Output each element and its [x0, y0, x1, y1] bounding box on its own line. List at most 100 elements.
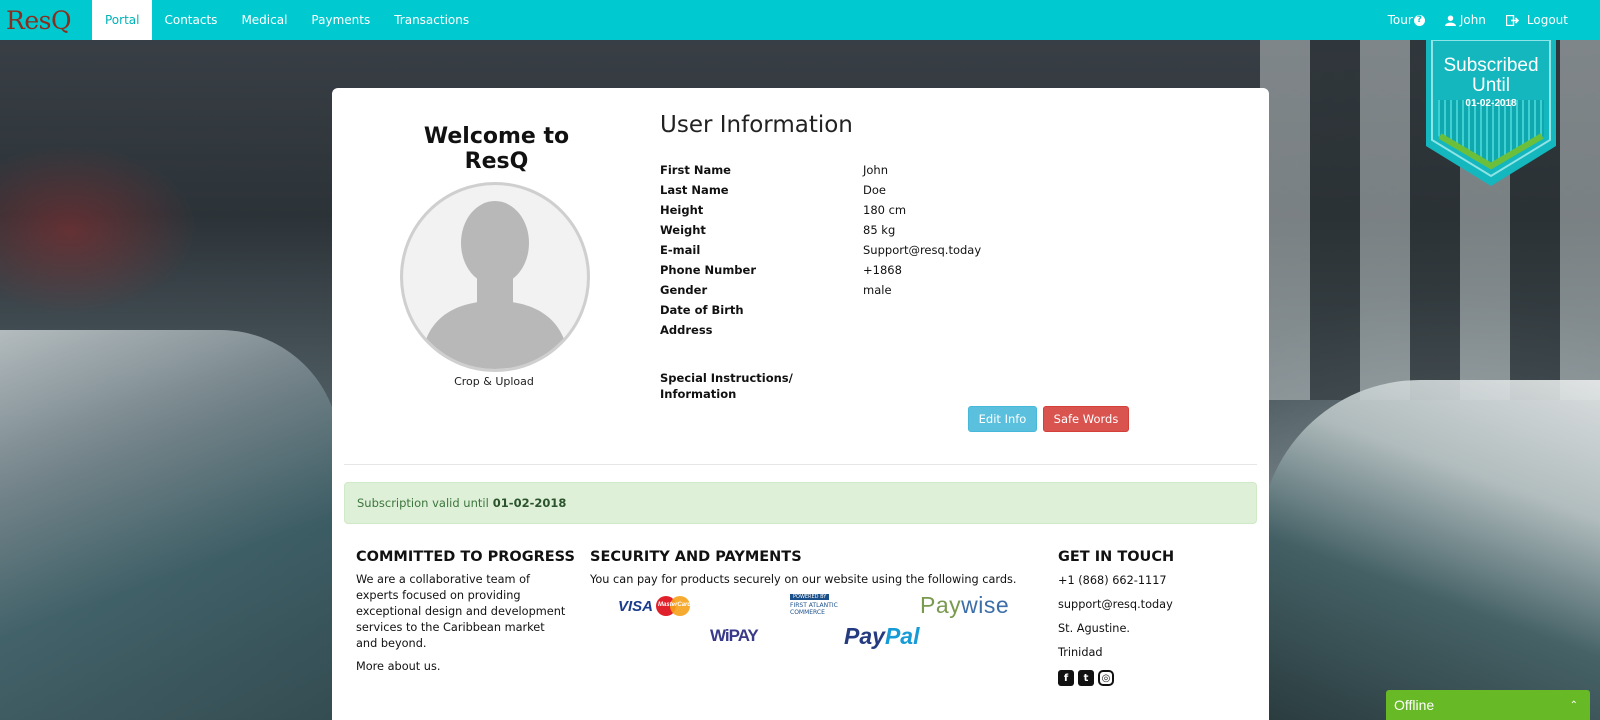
- visa-mastercard-logo: VISA MasterCard: [618, 596, 692, 616]
- paypal-logo: Pay Pal: [844, 623, 919, 650]
- twitter-icon[interactable]: t: [1078, 670, 1094, 686]
- crop-upload-link[interactable]: Crop & Upload: [394, 375, 594, 388]
- background-car-left: [0, 330, 340, 720]
- info-row-first-name: First Name John: [660, 160, 1120, 180]
- chevron-up-icon: ⌃: [1569, 699, 1578, 711]
- info-value: 180 cm: [863, 203, 907, 217]
- logout-link[interactable]: Logout: [1496, 0, 1578, 40]
- background-car-right: [1260, 380, 1600, 720]
- info-label: Last Name: [660, 183, 729, 197]
- ribbon-text: Subscribed Until 01-02-2018: [1426, 55, 1556, 110]
- ribbon-title: Subscribed Until: [1443, 55, 1539, 96]
- contact-email[interactable]: support@resq.today: [1058, 598, 1173, 611]
- tour-label: Tour: [1387, 13, 1413, 27]
- logout-icon: [1505, 14, 1519, 26]
- chat-widget[interactable]: Offline ⌃: [1386, 690, 1590, 720]
- instagram-icon[interactable]: ◎: [1098, 670, 1114, 686]
- chat-status: Offline: [1394, 697, 1435, 713]
- subscription-ribbon-badge: Subscribed Until 01-02-2018: [1426, 39, 1556, 186]
- social-links: f t ◎: [1058, 670, 1114, 686]
- user-menu[interactable]: John: [1435, 0, 1496, 40]
- info-row-address: Address: [660, 320, 1120, 340]
- nav-item-medical[interactable]: Medical: [229, 0, 299, 40]
- nav-item-payments[interactable]: Payments: [299, 0, 382, 40]
- security-text: You can pay for products securely on our…: [590, 573, 1017, 586]
- wipay-logo: WiPAY: [710, 626, 759, 646]
- info-label: Weight: [660, 223, 706, 237]
- portal-card: Welcome to ResQ Crop & Upload User Infor…: [332, 88, 1269, 720]
- logout-label: Logout: [1526, 13, 1568, 27]
- info-label: Height: [660, 203, 704, 217]
- mastercard-logo-text: MasterCard: [658, 602, 692, 608]
- info-row-email: E-mail Support@resq.today: [660, 240, 1120, 260]
- wipay-logo-text: WiPAY: [710, 626, 759, 645]
- facebook-icon[interactable]: f: [1058, 670, 1074, 686]
- user-icon: [1444, 14, 1456, 26]
- paypal-logo-text: Pay: [844, 623, 885, 649]
- info-label: Address: [660, 323, 713, 337]
- info-row-last-name: Last Name Doe: [660, 180, 1120, 200]
- visa-logo-text: VISA: [618, 597, 654, 615]
- brand-name: ResQ: [6, 5, 71, 35]
- tour-link[interactable]: Tour ?: [1378, 0, 1435, 40]
- nav-item-label: Portal: [105, 13, 140, 27]
- info-label: E-mail: [660, 243, 701, 257]
- avatar-placeholder-icon: [403, 185, 587, 369]
- contact-phone: +1 (868) 662-1117: [1058, 574, 1167, 587]
- avatar[interactable]: [400, 182, 590, 372]
- nav-right-group: Tour ? John Logout: [1378, 0, 1600, 40]
- info-row-date-of-birth: Date of Birth: [660, 300, 1120, 320]
- progress-text: We are a collaborative team of experts f…: [356, 573, 566, 650]
- paywise-logo: Pay wise: [920, 592, 1009, 619]
- security-title: SECURITY AND PAYMENTS: [590, 549, 802, 565]
- nav-item-portal[interactable]: Portal: [92, 0, 153, 40]
- nav-item-transactions[interactable]: Transactions: [382, 0, 481, 40]
- info-label: Date of Birth: [660, 303, 744, 317]
- paypal-logo-text: Pal: [884, 623, 920, 649]
- user-info-table: First Name John Last Name Doe Height 180 cm…: [660, 160, 1120, 340]
- user-info-title: User Information: [660, 112, 853, 138]
- ribbon-date: 01-02-2018: [1465, 98, 1517, 109]
- info-label: Gender: [660, 283, 708, 297]
- progress-title: COMMITTED TO PROGRESS: [356, 549, 575, 565]
- info-value: +1868: [863, 263, 902, 277]
- info-value: John: [863, 163, 889, 177]
- contact-country: Trinidad: [1058, 646, 1103, 659]
- nav-item-contacts[interactable]: Contacts: [152, 0, 229, 40]
- fac-powered-by: POWERED BY: [790, 594, 830, 600]
- user-name: John: [1459, 13, 1486, 27]
- contact-title: GET IN TOUCH: [1058, 549, 1175, 565]
- special-instructions-label: Special Instructions/ Information: [660, 371, 793, 401]
- nav-item-label: Contacts: [164, 13, 218, 27]
- safe-words-button[interactable]: Safe Words: [1043, 406, 1129, 432]
- nav-item-label: Medical: [241, 13, 288, 27]
- paywise-logo-text: wise: [961, 592, 1010, 618]
- fac-name: FIRST ATLANTIC COMMERCE: [790, 602, 838, 616]
- info-row-gender: Gender male: [660, 280, 1120, 300]
- first-atlantic-commerce-logo: POWERED BY FIRST ATLANTIC COMMERCE: [790, 594, 850, 620]
- info-row-height: Height 180 cm: [660, 200, 1120, 220]
- info-row-weight: Weight 85 kg: [660, 220, 1120, 240]
- info-value: male: [863, 283, 892, 297]
- more-about-link[interactable]: More about us.: [356, 659, 440, 675]
- nav-item-label: Transactions: [394, 13, 470, 27]
- contact-city: St. Agustine.: [1058, 622, 1130, 635]
- paywise-logo-text: Pay: [920, 592, 962, 618]
- welcome-heading: Welcome to ResQ: [423, 124, 570, 174]
- subscription-date: 01-02-2018: [492, 496, 567, 510]
- mastercard-logo: MasterCard: [656, 596, 692, 616]
- info-value: Support@resq.today: [863, 243, 982, 257]
- nav-item-label: Payments: [311, 13, 371, 27]
- top-navbar: ResQ Portal Contacts Medical Payments Tr…: [0, 0, 1600, 40]
- info-value: Doe: [863, 183, 886, 197]
- info-label: First Name: [660, 163, 731, 177]
- subscription-alert: Subscription valid until 01-02-2018: [344, 482, 1257, 524]
- info-row-phone: Phone Number +1868: [660, 260, 1120, 280]
- section-divider: [344, 464, 1257, 465]
- info-value: 85 kg: [863, 223, 896, 237]
- question-circle-icon: ?: [1413, 14, 1425, 26]
- subscription-text: Subscription valid until: [357, 496, 489, 510]
- brand-logo[interactable]: ResQ: [0, 0, 92, 40]
- info-label: Phone Number: [660, 263, 757, 277]
- edit-info-button[interactable]: Edit Info: [968, 406, 1037, 432]
